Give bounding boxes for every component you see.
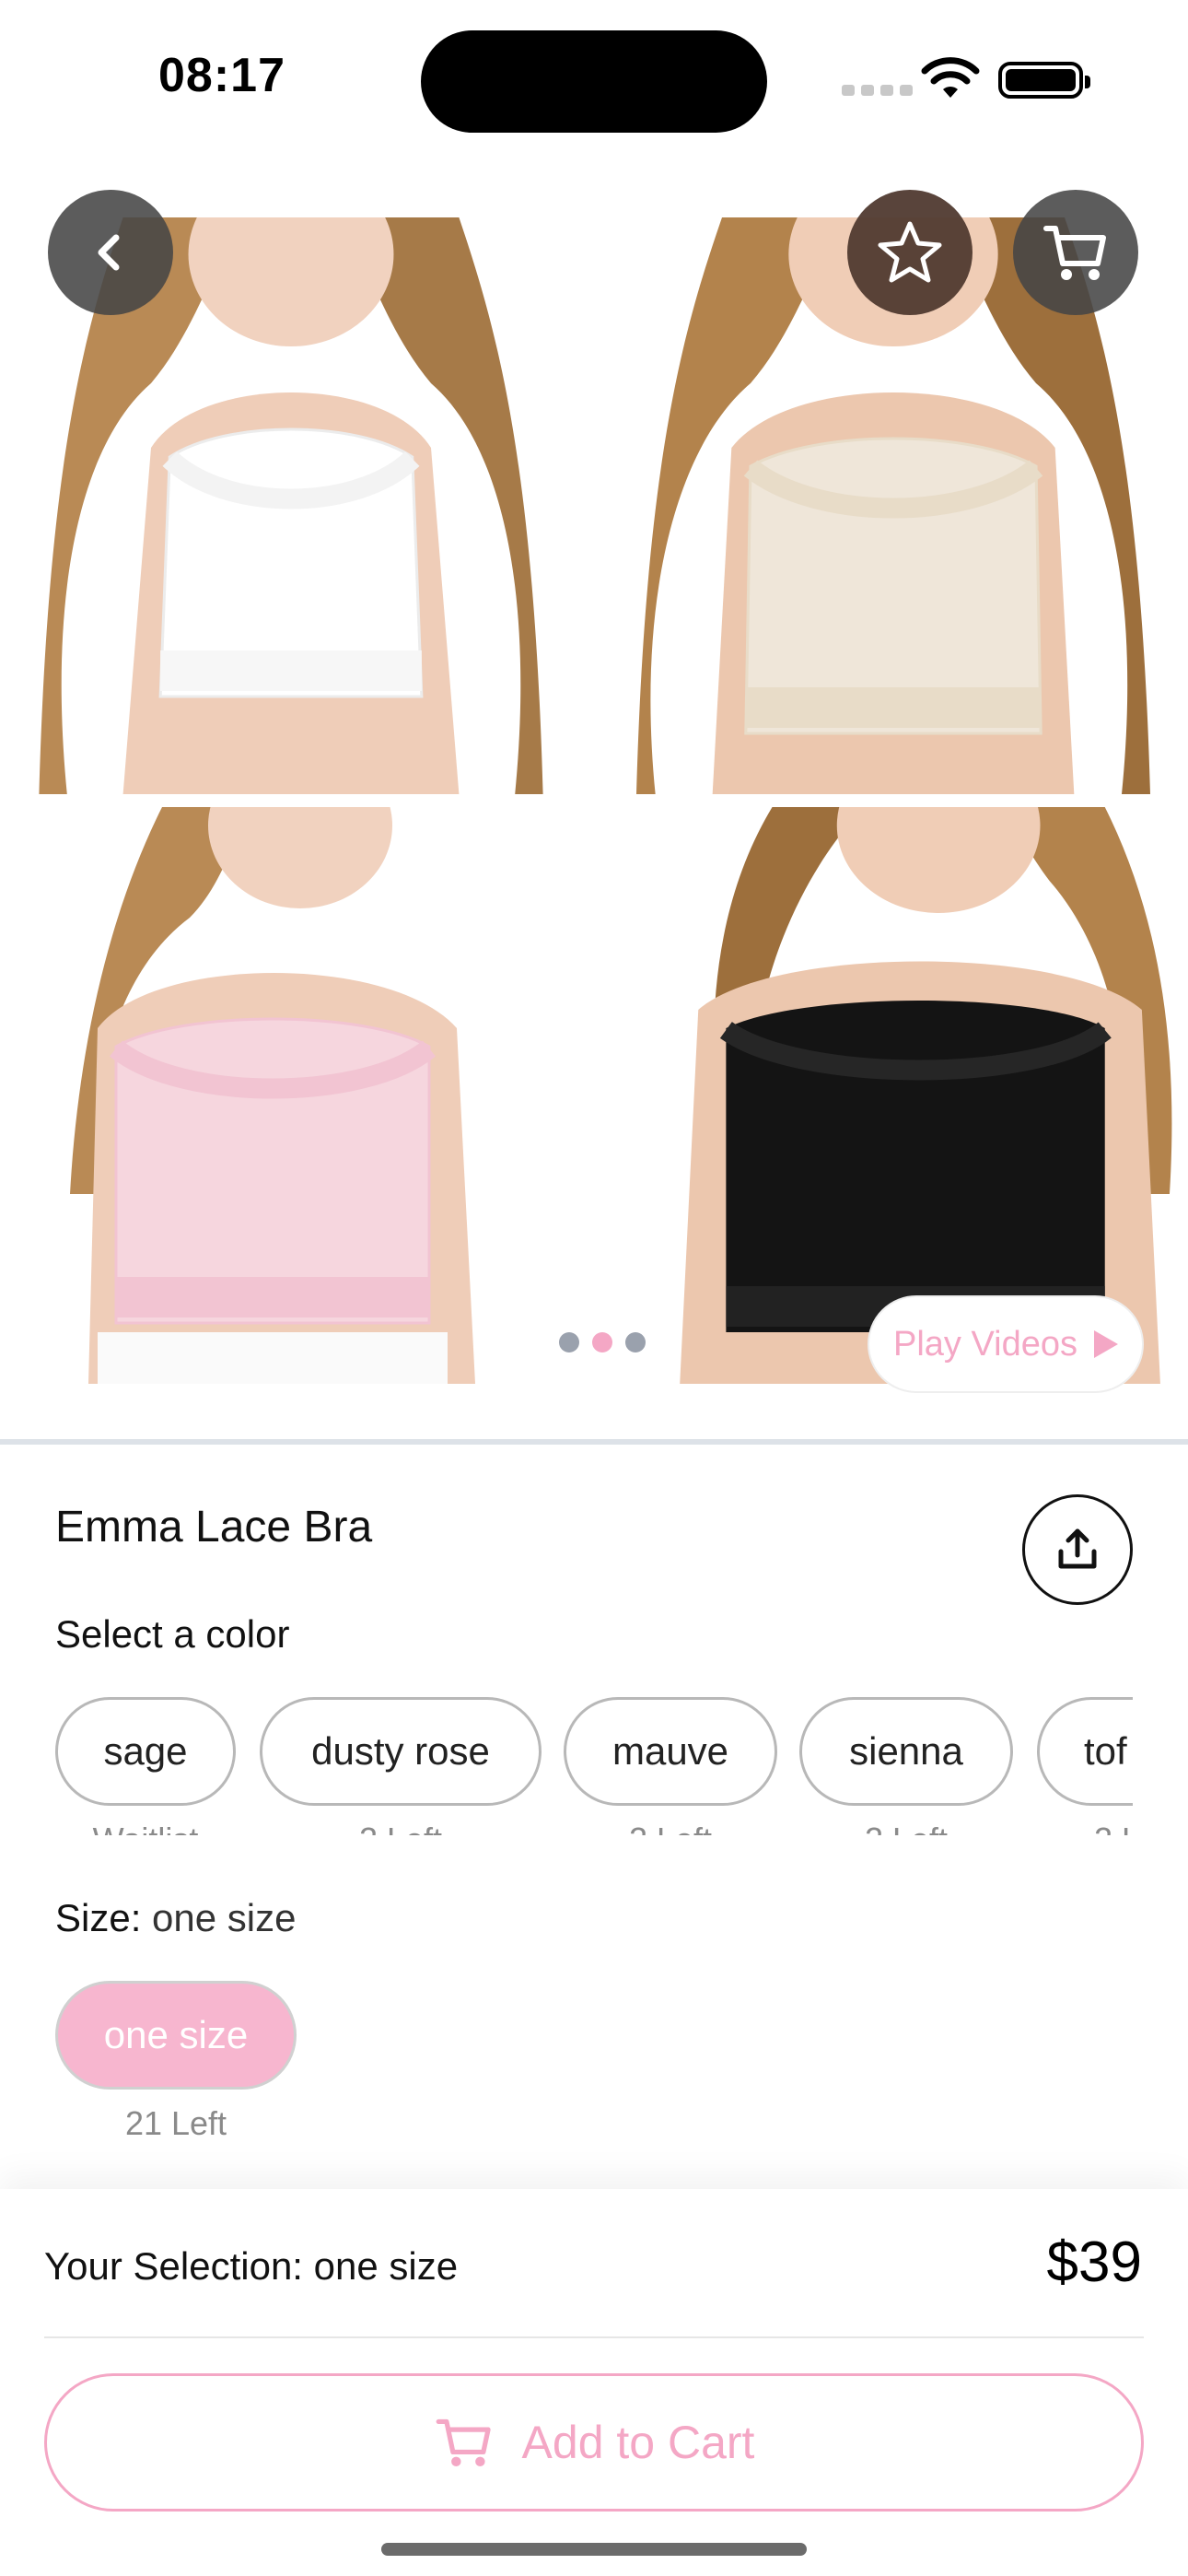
- select-color-label: Select a color: [55, 1612, 290, 1656]
- pager-dot[interactable]: [625, 1332, 646, 1352]
- gallery-pager[interactable]: [542, 1314, 663, 1371]
- bottom-divider: [44, 2336, 1144, 2338]
- cart-icon: [1043, 226, 1106, 280]
- cellular-signal-icon: [842, 85, 913, 96]
- product-title: Emma Lace Bra: [55, 1503, 373, 1551]
- home-indicator[interactable]: [381, 2543, 807, 2556]
- status-bar: 08:17: [0, 0, 1188, 157]
- color-stock-status: 2 Left: [564, 1821, 777, 1835]
- color-chip[interactable]: sienna: [799, 1697, 1013, 1806]
- size-stock-status: 21 Left: [124, 2104, 227, 2142]
- color-chip[interactable]: mauve: [564, 1697, 777, 1806]
- share-icon: [1058, 1528, 1097, 1569]
- color-option-mauve[interactable]: mauve 2 Left: [564, 1697, 777, 1835]
- color-stock-status: Waitlist: [55, 1821, 236, 1835]
- wifi-icon: [921, 57, 980, 98]
- color-chip[interactable]: sage: [55, 1697, 236, 1806]
- color-stock-status: 2 Left: [260, 1821, 542, 1835]
- star-icon: [878, 221, 942, 283]
- price: $39: [1046, 2231, 1142, 2294]
- color-option-dusty-rose[interactable]: dusty rose 2 Left: [260, 1697, 542, 1835]
- color-chip[interactable]: dusty rose: [260, 1697, 542, 1806]
- add-to-cart-button[interactable]: Add to Cart: [44, 2373, 1144, 2512]
- battery-icon: [998, 62, 1090, 99]
- color-stock-status: 2 L: [1037, 1821, 1133, 1835]
- bottom-purchase-bar: Your Selection: one size $39 Add to Cart: [0, 2189, 1188, 2576]
- photo-pink-bra: [61, 807, 503, 1384]
- color-options[interactable]: sage Waitlist dusty rose 2 Left mauve 2 …: [55, 1697, 1133, 1835]
- color-stock-status: 2 Left: [799, 1821, 1013, 1835]
- cart-icon: [436, 2418, 491, 2467]
- product-image-gallery[interactable]: Play Videos: [0, 157, 1188, 1441]
- share-button[interactable]: [1022, 1494, 1133, 1605]
- add-to-cart-label: Add to Cart: [521, 2417, 755, 2468]
- color-chip[interactable]: tof: [1037, 1697, 1133, 1806]
- pager-dot[interactable]: [559, 1332, 579, 1352]
- size-heading: Size: one size: [55, 1896, 296, 1940]
- pager-dot-active[interactable]: [592, 1332, 612, 1352]
- size-value: one size: [152, 1896, 297, 1939]
- size-label: Size:: [55, 1896, 142, 1939]
- section-divider: [0, 1439, 1188, 1445]
- chevron-left-icon: [98, 234, 120, 271]
- color-option-sienna[interactable]: sienna 2 Left: [799, 1697, 1013, 1835]
- status-time: 08:17: [158, 49, 285, 102]
- favorite-button[interactable]: [847, 190, 973, 315]
- cart-button[interactable]: [1013, 190, 1138, 315]
- size-option-one-size[interactable]: one size: [55, 1981, 297, 2090]
- play-videos-label: Play Videos: [893, 1324, 1077, 1364]
- selection-summary: Your Selection: one size: [44, 2244, 459, 2288]
- color-option-sage[interactable]: sage Waitlist: [55, 1697, 236, 1835]
- back-button[interactable]: [48, 190, 173, 315]
- play-videos-button[interactable]: Play Videos: [868, 1295, 1144, 1393]
- color-option-tof[interactable]: tof 2 L: [1037, 1697, 1133, 1835]
- play-icon: [1093, 1330, 1118, 1358]
- dynamic-island: [421, 30, 767, 133]
